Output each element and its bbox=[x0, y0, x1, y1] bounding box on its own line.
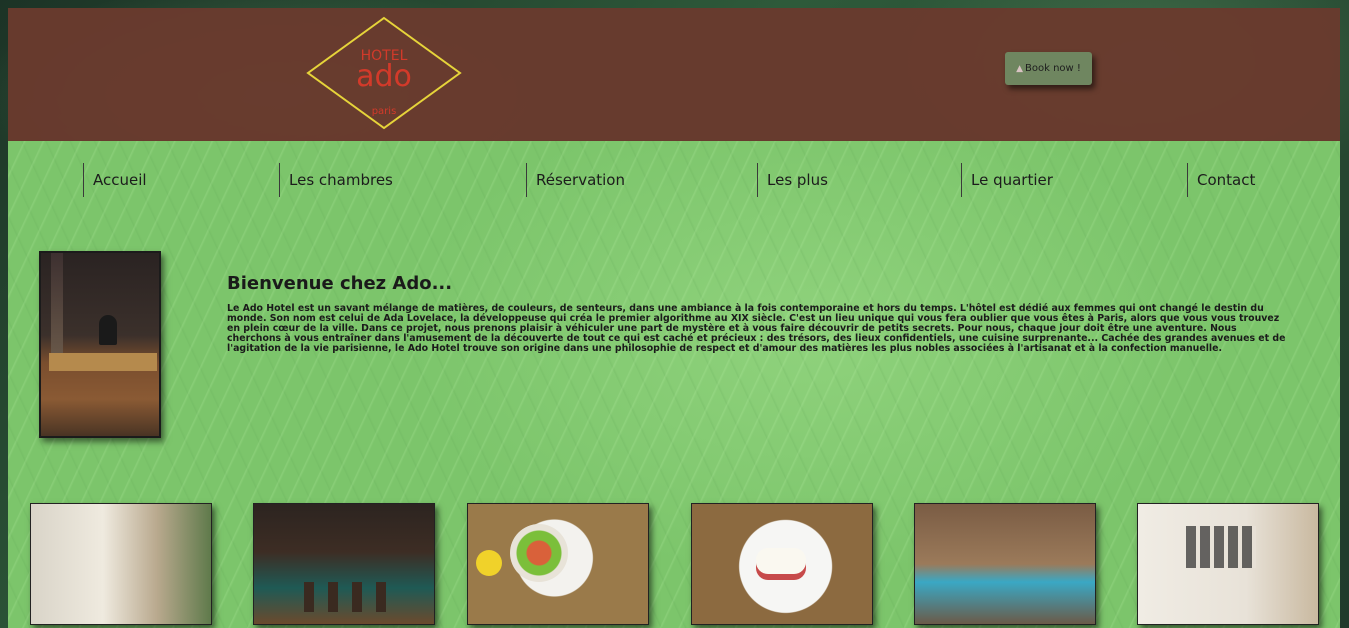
nav-item-le-quartier[interactable]: Le quartier bbox=[961, 163, 1053, 197]
nav-item-les-plus[interactable]: Les plus bbox=[757, 163, 828, 197]
logo-line3: paris bbox=[372, 106, 397, 117]
book-now-label: Book now ! bbox=[1025, 63, 1081, 74]
lobby-photo bbox=[39, 251, 161, 438]
wall-frames bbox=[1186, 526, 1256, 568]
gallery-photo-salad[interactable] bbox=[467, 503, 649, 625]
nav-item-contact[interactable]: Contact bbox=[1187, 163, 1255, 197]
daffodil bbox=[476, 550, 502, 576]
nav-item-reservation[interactable]: Réservation bbox=[526, 163, 625, 197]
welcome-title: Bienvenue chez Ado... bbox=[227, 273, 453, 294]
poached-eggs bbox=[756, 548, 806, 574]
gallery-photo-lounge[interactable] bbox=[30, 503, 212, 625]
logo-line2: ado bbox=[356, 59, 412, 94]
gallery-photo-pool[interactable] bbox=[914, 503, 1096, 625]
bar-stools bbox=[304, 582, 394, 612]
gallery-photo-bar[interactable] bbox=[253, 503, 435, 625]
site-header: HOTEL ado paris ▲ Book now ! bbox=[8, 8, 1340, 141]
main-nav: Accueil Les chambres Réservation Les plu… bbox=[8, 163, 1340, 197]
book-now-button[interactable]: ▲ Book now ! bbox=[1005, 52, 1092, 85]
lobby-lamp bbox=[51, 253, 63, 363]
gallery-photo-room[interactable] bbox=[1137, 503, 1319, 625]
salad-bowl bbox=[510, 524, 568, 582]
hotel-logo[interactable]: HOTEL ado paris bbox=[305, 16, 463, 130]
gallery-photo-eggs[interactable] bbox=[691, 503, 873, 625]
logo-diamond: HOTEL ado paris bbox=[306, 16, 462, 130]
welcome-text: Le Ado Hotel est un savant mélange de ma… bbox=[227, 303, 1286, 354]
lobby-counter bbox=[49, 353, 157, 371]
lobby-receptionist bbox=[99, 315, 117, 345]
bell-icon: ▲ bbox=[1016, 63, 1024, 74]
nav-item-accueil[interactable]: Accueil bbox=[83, 163, 147, 197]
nav-item-les-chambres[interactable]: Les chambres bbox=[279, 163, 393, 197]
page-frame: HOTEL ado paris ▲ Book now ! Accueil Les… bbox=[8, 8, 1340, 628]
main-content: Accueil Les chambres Réservation Les plu… bbox=[8, 141, 1340, 628]
